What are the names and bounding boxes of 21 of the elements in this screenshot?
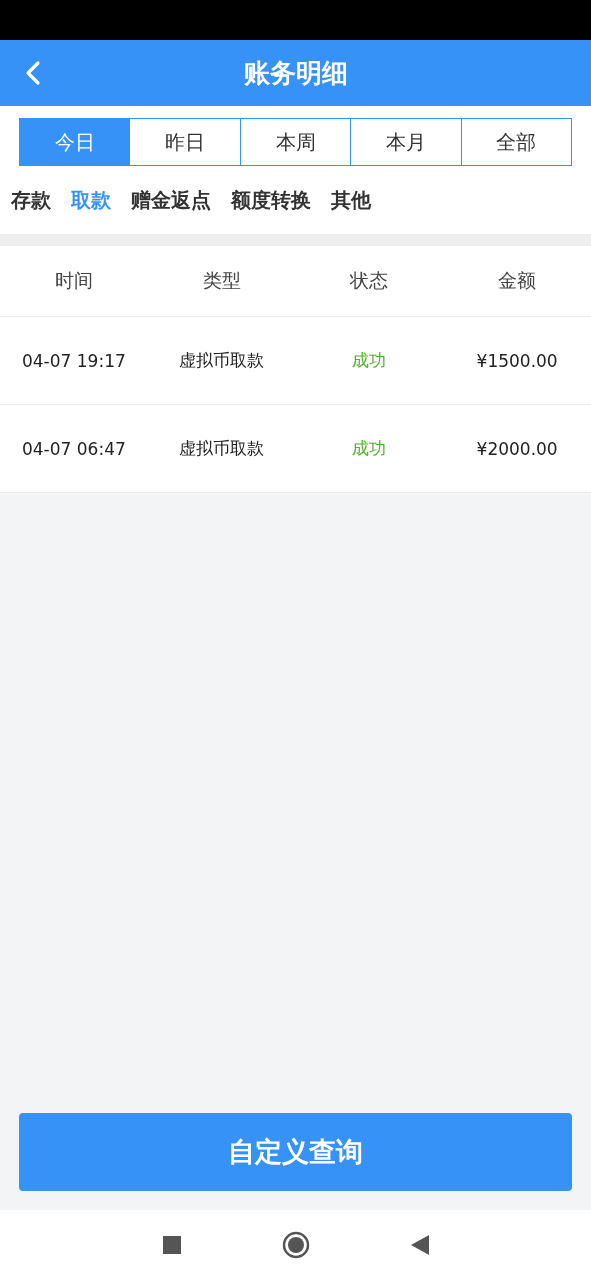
home-icon[interactable] (281, 1231, 310, 1259)
category-tab[interactable]: 其他 (324, 182, 378, 218)
column-header: 类型 (201, 268, 242, 293)
page-title: 账务明细 (243, 56, 348, 90)
table-cell-text: 虚拟币取款 (178, 437, 266, 460)
back-icon (25, 60, 41, 86)
table-cell-text: ¥1500.00 (475, 350, 559, 371)
table-cell-text: ¥2000.00 (475, 438, 559, 459)
table-cell-text: 04-07 06:47 (20, 438, 127, 459)
status-cell-text: 成功 (351, 349, 388, 372)
status-cell-text: 成功 (351, 437, 388, 460)
table-cell-text: 04-07 19:17 (20, 350, 127, 371)
column-header: 金额 (497, 268, 538, 293)
column-header: 状态 (349, 268, 390, 293)
category-tab[interactable]: 存款 (4, 182, 58, 218)
category-tab[interactable]: 额度转换 (224, 182, 318, 218)
table-cell-text: 虚拟币取款 (178, 349, 266, 372)
category-tab[interactable]: 赠金返点 (124, 182, 218, 218)
recent-apps-icon[interactable] (161, 1235, 182, 1255)
column-header: 时间 (53, 268, 94, 293)
back-nav-icon[interactable] (409, 1234, 430, 1256)
